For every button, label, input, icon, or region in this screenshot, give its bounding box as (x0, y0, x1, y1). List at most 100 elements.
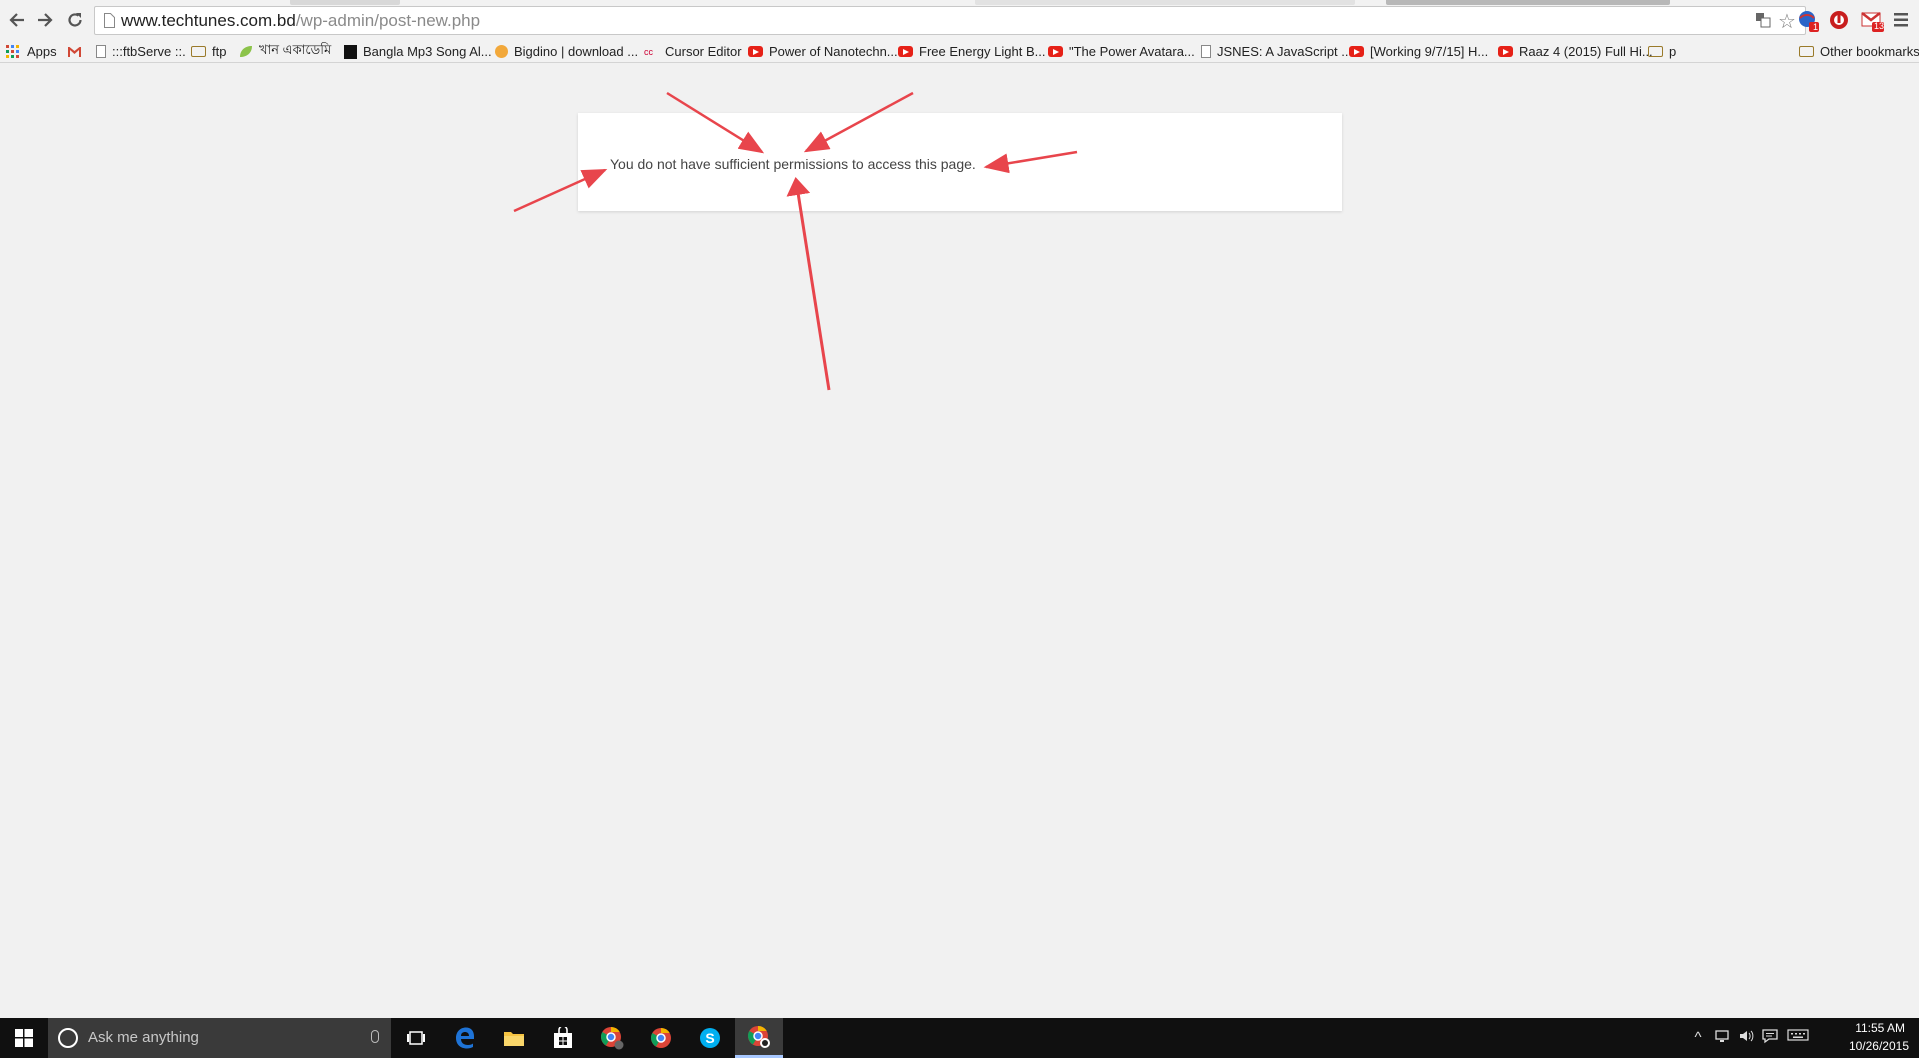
extension-globe-icon[interactable]: 1 (1797, 9, 1821, 33)
bookmark-label: খান একাডেমি (259, 42, 332, 57)
bookmark-label: ftp (212, 44, 227, 59)
youtube-icon (748, 46, 763, 57)
bookmark-ftbserve[interactable]: :::ftbServe ::. (96, 41, 186, 62)
cortana-icon (58, 1028, 78, 1048)
file-explorer-button[interactable] (490, 1018, 538, 1058)
extension-badge: 13 (1874, 21, 1885, 31)
bookmark-label: Bigdino | download ... (514, 44, 639, 59)
keyboard-icon[interactable] (1787, 1028, 1809, 1048)
reload-button[interactable] (62, 7, 88, 33)
task-view-button[interactable] (392, 1018, 440, 1058)
page-icon (96, 45, 106, 58)
site-icon (495, 45, 508, 58)
leaf-icon (240, 45, 252, 57)
url-host: www.techtunes.com.bd (121, 11, 296, 30)
search-placeholder: Ask me anything (88, 1029, 199, 1046)
bookmark-label: Other bookmarks (1820, 44, 1919, 59)
apps-grid-icon (6, 44, 19, 58)
bookmark-label: :::ftbServe ::. (112, 44, 186, 59)
chrome-active-button[interactable] (735, 1018, 783, 1058)
back-arrow-icon (9, 13, 24, 27)
gmail-icon (68, 46, 81, 57)
tab-edge[interactable] (975, 0, 1355, 5)
bookmark-working[interactable]: [Working 9/7/15] H... (1349, 41, 1488, 62)
store-icon (554, 1027, 572, 1048)
bookmark-label: "The Power Avatara... (1069, 44, 1195, 59)
bookmark-star-icon[interactable]: ☆ (1777, 12, 1797, 32)
network-icon[interactable] (1713, 1028, 1731, 1050)
bookmarks-bar: Apps :::ftbServe ::. ftp খান একাডেমি Ban… (0, 41, 1919, 63)
forward-arrow-icon (38, 13, 53, 27)
bookmark-bangla-mp3[interactable]: Bangla Mp3 Song Al... (344, 41, 492, 62)
show-hidden-icons-chevron-icon[interactable]: ^ (1689, 1028, 1707, 1048)
back-button[interactable] (4, 7, 30, 33)
chrome-profile-icon (601, 1026, 624, 1050)
folder-icon (1799, 46, 1814, 57)
start-button[interactable] (0, 1018, 48, 1058)
bookmark-khan-academy[interactable]: খান একাডেমি (238, 41, 331, 62)
bookmark-label: Free Energy Light B... (919, 44, 1046, 59)
bookmark-power-avatara[interactable]: "The Power Avatara... (1048, 41, 1195, 62)
url-path: /wp-admin/post-new.php (295, 11, 481, 30)
windows-taskbar: Ask me anything S ^ 11:55 AM 10/26/2015 (0, 1018, 1919, 1058)
tab-edge[interactable] (290, 0, 400, 5)
chrome-active-icon (748, 1025, 770, 1048)
file-explorer-icon (504, 1032, 524, 1046)
svg-text:S: S (705, 1030, 714, 1046)
chrome-icon (651, 1027, 671, 1048)
bookmark-raaz4[interactable]: Raaz 4 (2015) Full Hi... (1498, 41, 1653, 62)
bookmark-label: JSNES: A JavaScript ... (1217, 44, 1353, 59)
bookmark-ftp[interactable]: ftp (191, 41, 226, 62)
edge-button[interactable] (441, 1018, 489, 1058)
annotation-arrow (786, 177, 831, 391)
address-bar[interactable]: www.techtunes.com.bd/wp-admin/post-new.p… (94, 6, 1806, 35)
translate-icon[interactable] (1753, 12, 1773, 32)
bookmark-cursor-editor[interactable]: cc Cursor Editor (644, 41, 742, 62)
action-center-icon[interactable] (1761, 1028, 1779, 1050)
chrome-button[interactable] (637, 1018, 685, 1058)
tab-edge[interactable] (1386, 0, 1670, 5)
error-panel: You do not have sufficient permissions t… (578, 113, 1342, 211)
task-view-icon (407, 1031, 425, 1045)
cortana-search-box[interactable]: Ask me anything (48, 1018, 391, 1058)
bookmark-bigdino[interactable]: Bigdino | download ... (495, 41, 638, 62)
bookmark-free-energy[interactable]: Free Energy Light B... (898, 41, 1045, 62)
bookmark-gmail[interactable] (67, 41, 82, 62)
bookmark-label: Bangla Mp3 Song Al... (363, 44, 492, 59)
site-icon (344, 44, 357, 59)
gmail-checker-icon[interactable]: 13 (1860, 9, 1884, 33)
site-icon: cc (644, 46, 653, 57)
clock-time[interactable]: 11:55 AM (1855, 1021, 1905, 1035)
bookmark-label: Raaz 4 (2015) Full Hi... (1519, 44, 1653, 59)
page-icon (1201, 45, 1211, 58)
volume-icon[interactable] (1737, 1028, 1755, 1050)
skype-icon: S (700, 1028, 720, 1048)
bookmark-label: p (1669, 44, 1677, 59)
windows-logo-icon (15, 1029, 33, 1047)
bookmark-label: Cursor Editor (665, 44, 742, 59)
youtube-icon (898, 46, 913, 57)
bookmark-label: [Working 9/7/15] H... (1370, 44, 1489, 59)
forward-button[interactable] (32, 7, 58, 33)
bookmark-p[interactable]: p (1648, 41, 1676, 62)
skype-button[interactable]: S (686, 1018, 734, 1058)
bookmark-label: Apps (27, 44, 57, 59)
bookmark-nanotech[interactable]: Power of Nanotechn... (748, 41, 898, 62)
chrome-profile-button[interactable] (588, 1018, 636, 1058)
youtube-icon (1349, 46, 1364, 57)
bookmark-jsnes[interactable]: JSNES: A JavaScript ... (1201, 41, 1352, 62)
url-text[interactable]: www.techtunes.com.bd/wp-admin/post-new.p… (121, 11, 480, 31)
other-bookmarks[interactable]: Other bookmarks (1799, 41, 1919, 62)
store-button[interactable] (539, 1018, 587, 1058)
folder-icon (1648, 46, 1663, 57)
bookmark-apps[interactable]: Apps (6, 41, 57, 62)
system-tray: ^ 11:55 AM 10/26/2015 (1689, 1018, 1919, 1058)
chrome-menu-icon[interactable] (1894, 12, 1918, 36)
folder-icon (191, 46, 206, 57)
extension-badge: 1 (1813, 22, 1819, 32)
adblock-icon[interactable] (1827, 9, 1851, 33)
reload-icon (68, 13, 82, 27)
page-icon (104, 13, 115, 28)
clock-date[interactable]: 10/26/2015 (1849, 1039, 1909, 1053)
microphone-icon[interactable] (371, 1030, 379, 1043)
